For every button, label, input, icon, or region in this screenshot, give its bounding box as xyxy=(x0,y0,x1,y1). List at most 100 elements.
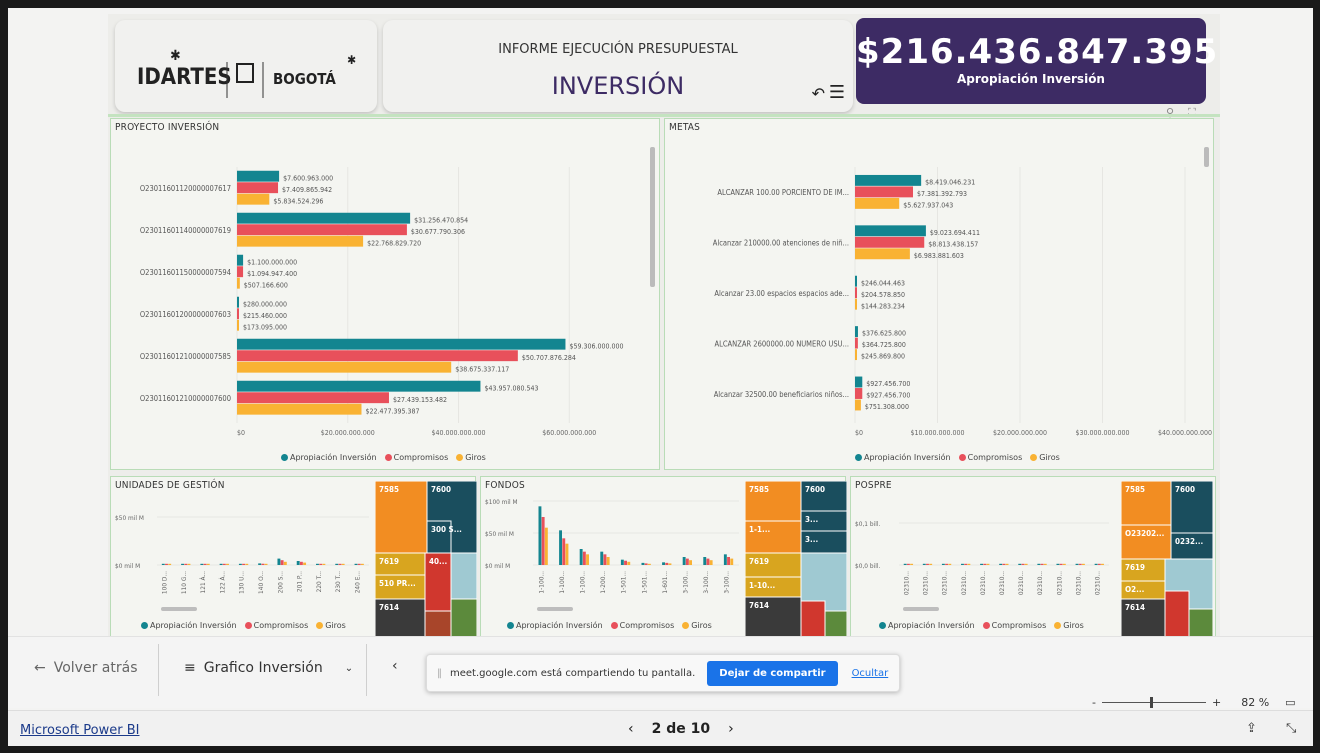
bar xyxy=(727,557,730,565)
next-page-button[interactable]: › xyxy=(728,721,734,737)
data-label: $246.044.463 xyxy=(861,279,905,287)
category-label: 1-601... xyxy=(661,571,669,594)
bar xyxy=(303,562,307,565)
panel-title: METAS xyxy=(669,122,701,133)
page-menu-button[interactable]: ≡ Grafico Inversión ⌄ xyxy=(184,660,353,676)
category-label: 1-501... xyxy=(640,571,648,594)
treemap-label: 510 PR... xyxy=(379,579,416,588)
bar xyxy=(1024,563,1028,565)
bar xyxy=(1059,563,1063,565)
bar xyxy=(603,554,607,565)
treemap-pospre: 7585 7600 O23202... 0232... 7619 O2... 7614 xyxy=(1121,481,1213,637)
stop-sharing-button[interactable]: Dejar de compartir xyxy=(707,660,838,686)
zoom-slider[interactable] xyxy=(1101,697,1206,708)
data-label: $31.256.470.854 xyxy=(414,216,468,224)
treemap-label: 7614 xyxy=(379,603,399,612)
bar xyxy=(906,563,910,565)
bar xyxy=(237,266,244,278)
x-tick-label: $0 xyxy=(237,429,245,437)
data-label: $215.460.000 xyxy=(243,312,287,320)
bar xyxy=(237,193,270,205)
treemap-tile xyxy=(1188,608,1213,637)
title-card: INFORME EJECUCIÓN PRESUPUESTAL INVERSIÓN… xyxy=(383,20,853,112)
panel-title: POSPRE xyxy=(855,480,892,491)
bar xyxy=(299,561,303,565)
y-tick-label: $0 mil M xyxy=(485,562,510,570)
drag-handle-icon[interactable]: ‖ xyxy=(437,668,442,679)
category-label: 02310... xyxy=(1074,571,1082,595)
bar xyxy=(1056,563,1060,565)
bar xyxy=(237,308,239,320)
category-label: 201 P... xyxy=(296,571,304,592)
bar xyxy=(565,543,569,565)
treemap-tile xyxy=(800,600,826,637)
powerbi-link[interactable]: Microsoft Power BI xyxy=(20,723,139,738)
data-label: $7.381.392.793 xyxy=(917,190,967,198)
y-tick-label: $50 mil M xyxy=(485,530,514,538)
bar xyxy=(855,298,857,310)
bar xyxy=(709,560,713,565)
data-label: $5.834.524.296 xyxy=(273,197,323,205)
bar xyxy=(644,563,648,565)
treemap-label: 7585 xyxy=(1125,485,1145,494)
category-label: O2301160112000000761​7 xyxy=(140,184,231,193)
share-icon[interactable]: ⇪ xyxy=(1246,721,1257,736)
fit-page-icon[interactable]: ▭ xyxy=(1285,696,1295,709)
zoom-slider-thumb[interactable] xyxy=(1149,697,1153,708)
bar xyxy=(1081,563,1085,565)
bar xyxy=(544,527,548,565)
treemap-label: 7619 xyxy=(749,557,769,566)
treemap-label: 7600 xyxy=(805,485,825,494)
share-message: meet.google.com está compartiendo tu pan… xyxy=(450,667,696,679)
category-label: ALCANZAR 2600000.00 NUMERO USU... xyxy=(714,339,849,348)
bar xyxy=(668,563,672,565)
screen: IDARTES ✱ BOGOTÁ ✱ INFORME EJECUCIÓN PRE… xyxy=(8,8,1313,746)
bar xyxy=(1101,563,1104,565)
category-label: 02310... xyxy=(998,571,1006,595)
category-label: 140 O... xyxy=(257,571,265,594)
footer: Microsoft Power BI ‹ 2 de 10 › ⇪ ⤡ xyxy=(8,710,1313,746)
bar xyxy=(961,563,964,565)
bar xyxy=(237,380,481,392)
category-label: 1-100... xyxy=(558,571,566,594)
bar xyxy=(559,530,562,565)
data-label: $751.308.000 xyxy=(865,403,909,411)
bar xyxy=(237,338,566,350)
menu-icon[interactable]: ☰ xyxy=(829,82,845,103)
treemap-label: 7600 xyxy=(1175,485,1195,494)
data-label: $245.869.800 xyxy=(861,353,905,361)
data-label: $27.439.153.482 xyxy=(393,396,447,404)
bar xyxy=(1094,563,1098,565)
category-label: 02310... xyxy=(903,571,911,595)
zoom-in-button[interactable]: + xyxy=(1212,696,1221,709)
bar xyxy=(855,225,926,237)
bar xyxy=(703,557,707,565)
zoom-out-button[interactable]: - xyxy=(1092,696,1096,709)
back-arrow-icon[interactable]: ↶ xyxy=(812,84,825,103)
bar xyxy=(855,248,910,260)
scrollbar[interactable] xyxy=(650,147,655,287)
legend-proyecto: Apropiación Inversión Compromisos Giros xyxy=(281,453,486,462)
back-button[interactable]: ← Volver atrás xyxy=(34,660,137,676)
bar xyxy=(237,212,411,224)
bar xyxy=(1078,563,1082,565)
treemap-unidades: 7585 7600 300 S... 7619 510 PR... 7614 40... xyxy=(375,481,477,637)
data-label: $364.725.800 xyxy=(862,341,906,349)
scrollbar[interactable] xyxy=(1204,147,1209,167)
bar xyxy=(1040,563,1044,565)
chart-proyecto: $0 $20.000.000.000 $40.000.000.000 $60.000.… xyxy=(140,167,624,437)
bar xyxy=(855,174,922,186)
bar xyxy=(322,563,326,565)
legend-metas: Apropiación Inversión Compromisos Giros xyxy=(855,453,1060,462)
hide-link[interactable]: Ocultar xyxy=(852,668,889,679)
y-tick-label: $100 mil M xyxy=(485,498,518,506)
bar xyxy=(730,558,734,565)
category-label: Alcanzar 210000.00 atenciones de niñ... xyxy=(713,239,849,248)
fullscreen-icon[interactable]: ⤡ xyxy=(1286,721,1296,736)
bar xyxy=(219,563,223,565)
bar xyxy=(316,563,319,565)
category-label: Alcanzar 32500.00 beneficiarios niños... xyxy=(714,390,849,399)
chevron-down-icon: ⌄ xyxy=(344,662,354,674)
prev-page-button[interactable]: ‹ xyxy=(628,721,634,737)
collapse-nav-button[interactable]: ‹ xyxy=(392,658,398,674)
